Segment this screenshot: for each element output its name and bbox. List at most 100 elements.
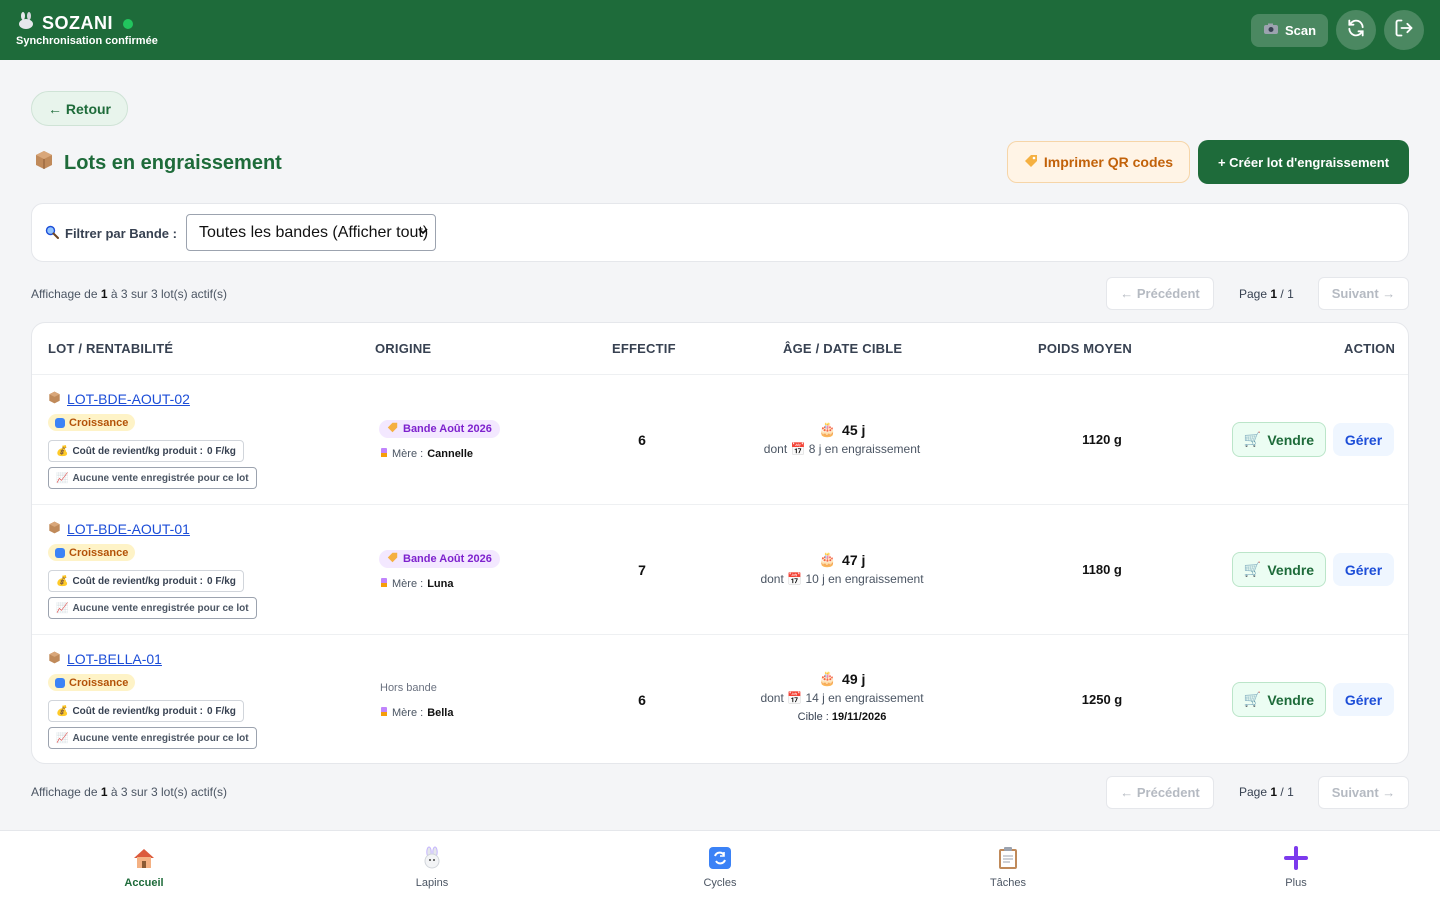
- cost-value: 0 F/kg: [207, 705, 236, 717]
- info-from: 1: [100, 287, 108, 301]
- nav-lapins[interactable]: Lapins: [372, 845, 492, 889]
- mere-info: Mère : Cannelle: [380, 447, 473, 461]
- logout-icon: [1394, 18, 1414, 43]
- back-button[interactable]: ← Retour: [31, 91, 128, 126]
- engraissement-text: 10 j en engraissement: [805, 572, 924, 586]
- info-to-word: à: [110, 287, 118, 301]
- nav-plus[interactable]: Plus: [1236, 845, 1356, 889]
- age-cell: 🎂 45 j dont 📅 8 j en engraissement: [732, 421, 952, 456]
- no-sale-badge: 📈 Aucune vente enregistrée pour ce lot: [48, 727, 257, 749]
- lot-link[interactable]: LOT-BDE-AOUT-02: [48, 391, 190, 407]
- page-current: 1: [1270, 785, 1278, 799]
- app-name: SOZANI: [42, 13, 114, 33]
- chart-icon: 📈: [56, 732, 69, 744]
- status-badge: Croissance: [48, 674, 136, 691]
- pagination-info-bottom: Affichage de 1 à 3 sur 3 lot(s) actif(s): [31, 785, 227, 799]
- header-action: ACTION: [1344, 341, 1396, 356]
- plus-icon: [1236, 845, 1356, 871]
- mere-label: Mère :: [392, 448, 424, 460]
- next-page-button[interactable]: Suivant →: [1318, 776, 1409, 809]
- vendre-button[interactable]: 🛒 Vendre: [1232, 682, 1326, 717]
- refresh-button[interactable]: [1336, 10, 1376, 50]
- nav-plus-label: Plus: [1285, 877, 1307, 889]
- package-icon: [34, 150, 54, 176]
- money-bag-icon: 💰: [56, 445, 69, 457]
- info-suffix: lot(s) actif(s): [160, 785, 227, 799]
- nav-cycles[interactable]: Cycles: [660, 845, 780, 889]
- no-sale-text: Aucune vente enregistrée pour ce lot: [72, 732, 249, 744]
- info-prefix: Affichage de: [31, 287, 98, 301]
- no-sale-text: Aucune vente enregistrée pour ce lot: [72, 602, 249, 614]
- header-lot: LOT / RENTABILITÉ: [48, 341, 174, 356]
- nav-taches-label: Tâches: [989, 877, 1027, 889]
- hors-bande-text: Hors bande: [380, 682, 437, 694]
- status-badge: Croissance: [48, 414, 136, 431]
- info-of-word: sur: [130, 785, 148, 799]
- effectif-value: 6: [638, 692, 646, 708]
- page-indicator-top: Page 1 / 1: [1239, 287, 1294, 301]
- lot-link[interactable]: LOT-BELLA-01: [48, 651, 162, 667]
- mere-name: Bella: [427, 707, 454, 719]
- scan-button[interactable]: Scan: [1251, 14, 1328, 47]
- prev-page-button[interactable]: ← Précédent: [1106, 776, 1214, 809]
- gerer-button[interactable]: Gérer: [1333, 683, 1394, 716]
- clipboard-icon: [948, 845, 1068, 871]
- engraissement-info: dont 📅 10 j en engraissement: [732, 572, 952, 586]
- age-cell: 🎂 47 j dont 📅 10 j en engraissement: [732, 551, 952, 586]
- cart-icon: 🛒: [1243, 691, 1262, 707]
- bottom-nav: Accueil Lapins Cycles Tâches Plus: [0, 830, 1440, 900]
- info-to: 3: [120, 785, 128, 799]
- vendre-button[interactable]: 🛒 Vendre: [1232, 552, 1326, 587]
- mere-name: Luna: [427, 578, 454, 590]
- online-status-dot: [123, 18, 134, 29]
- age-cell: 🎂 49 j dont 📅 14 j en engraissement Cible…: [732, 670, 952, 723]
- refresh-icon: [1346, 18, 1366, 43]
- package-icon: [48, 391, 61, 407]
- poids-value: 1250 g: [1081, 692, 1123, 707]
- money-bag-icon: 💰: [56, 705, 69, 717]
- tag-icon: [387, 422, 398, 436]
- cost-badge: 💰 Coût de revient/kg produit : 0 F/kg: [48, 700, 244, 722]
- engraissement-info: dont 📅 14 j en engraissement: [732, 691, 952, 705]
- table-row: LOT-BELLA-01 Croissance 💰 Coût de revien…: [32, 634, 1408, 763]
- info-prefix: Affichage de: [31, 785, 98, 799]
- calendar-icon: 📅: [790, 442, 806, 456]
- cake-icon: 🎂: [818, 421, 837, 437]
- gerer-button[interactable]: Gérer: [1333, 423, 1394, 456]
- cycle-icon: [660, 845, 780, 871]
- nav-accueil-label: Accueil: [124, 877, 164, 889]
- filter-card: Filtrer par Bande : Toutes les bandes (A…: [31, 203, 1409, 262]
- cycle-icon: [55, 547, 65, 558]
- bande-badge: Bande Août 2026: [379, 550, 500, 568]
- vendre-button[interactable]: 🛒 Vendre: [1232, 422, 1326, 457]
- lot-name: LOT-BDE-AOUT-02: [67, 391, 190, 407]
- info-to-word: à: [110, 785, 118, 799]
- prev-page-button[interactable]: ← Précédent: [1106, 277, 1214, 310]
- house-icon: [84, 845, 204, 871]
- info-from: 1: [100, 785, 108, 799]
- nav-accueil[interactable]: Accueil: [84, 845, 204, 889]
- cible-value: 19/11/2026: [831, 711, 887, 723]
- effectif-value: 7: [638, 562, 646, 578]
- logout-button[interactable]: [1384, 10, 1424, 50]
- calendar-icon: 📅: [787, 691, 803, 705]
- bande-filter-select[interactable]: Toutes les bandes (Afficher tout): [186, 214, 436, 251]
- poids-value: 1120 g: [1082, 432, 1122, 447]
- print-qr-button[interactable]: Imprimer QR codes: [1007, 141, 1190, 183]
- next-page-button[interactable]: Suivant →: [1318, 277, 1409, 310]
- vendre-label: Vendre: [1267, 561, 1315, 578]
- age-value: 45 j: [842, 421, 866, 438]
- nav-taches[interactable]: Tâches: [948, 845, 1068, 889]
- gerer-button[interactable]: Gérer: [1333, 553, 1394, 586]
- header-age: ÂGE / DATE CIBLE: [783, 341, 903, 356]
- scan-label: Scan: [1284, 23, 1317, 38]
- create-lot-button[interactable]: + Créer lot d'engraissement: [1198, 140, 1409, 184]
- page-total: / 1: [1280, 785, 1294, 799]
- table-row: LOT-BDE-AOUT-02 Croissance 💰 Coût de rev…: [32, 374, 1408, 504]
- age-days: 🎂 49 j: [732, 670, 952, 687]
- no-sale-text: Aucune vente enregistrée pour ce lot: [72, 472, 249, 484]
- lots-table: LOT / RENTABILITÉ ORIGINE EFFECTIF ÂGE /…: [31, 322, 1409, 764]
- lot-link[interactable]: LOT-BDE-AOUT-01: [48, 521, 190, 537]
- age-value: 47 j: [842, 551, 866, 568]
- bande-text: Bande Août 2026: [403, 423, 492, 435]
